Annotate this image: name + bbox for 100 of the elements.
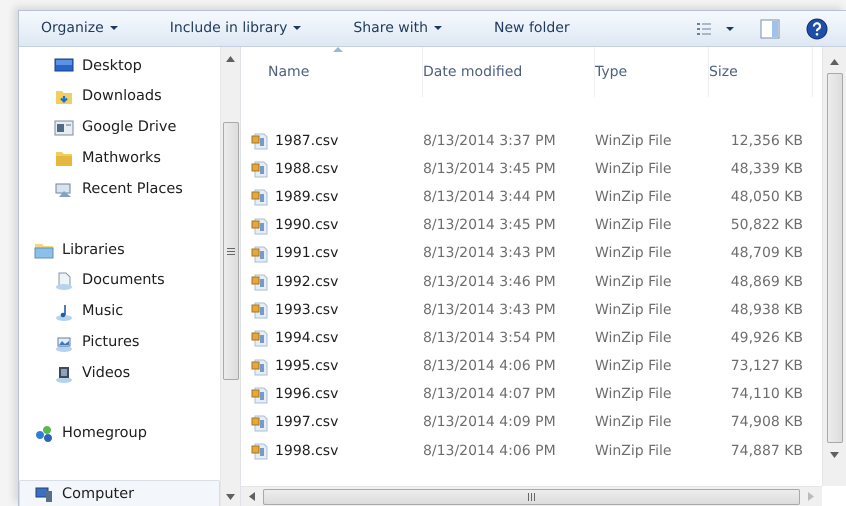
table-cell-text: 74,908 KB [730, 413, 804, 432]
sidebar-item[interactable]: Mathworks [19, 143, 220, 174]
archive-file-icon [251, 132, 269, 150]
scrollbar-thumb[interactable] [826, 73, 842, 443]
grip-icon [528, 492, 535, 500]
grip-icon [226, 248, 234, 254]
file-name-text: 1993.csv [275, 300, 338, 320]
column-header[interactable]: Date modified [423, 47, 595, 97]
network-icon [34, 424, 54, 444]
column-header[interactable]: Name [251, 47, 423, 97]
table-cell-text: WinZip File [595, 272, 673, 292]
archive-file-icon [251, 442, 269, 460]
table-cell-text: 8/13/2014 3:46 PM [423, 272, 557, 292]
sidebar-item[interactable]: Videos [19, 358, 220, 389]
archive-file-icon [251, 358, 269, 376]
table-cell-text: WinZip File [595, 244, 673, 264]
table-cell-text: 73,127 KB [730, 357, 804, 376]
sidebar-item[interactable]: Recent Places [19, 174, 220, 205]
sidebar-item[interactable]: Downloads [19, 82, 220, 113]
sidebar-item[interactable]: Homegroup [19, 418, 220, 450]
column-header[interactable]: Type [595, 47, 709, 97]
table-cell-text: 8/13/2014 4:06 PM [423, 357, 557, 376]
archive-file-icon [251, 414, 269, 432]
table-cell-text: 8/13/2014 4:09 PM [423, 413, 557, 432]
table-cell-text: WinZip File [595, 413, 673, 432]
table-cell-text: 8/13/2014 4:06 PM [423, 442, 557, 461]
archive-file-icon [251, 273, 269, 292]
table-cell-text: 50,822 KB [730, 216, 804, 236]
scrollbar[interactable] [822, 47, 846, 486]
menu-button[interactable]: Include in library [162, 15, 310, 42]
file-name-text: 1990.csv [275, 216, 338, 236]
table-cell-text: 8/13/2014 4:07 PM [423, 385, 557, 404]
scrollbar[interactable] [241, 486, 822, 506]
scrollbar-thumb[interactable] [222, 122, 238, 380]
file-name-text: 1987.csv [275, 132, 338, 151]
archive-file-icon [251, 301, 269, 320]
scroll-down-icon [226, 494, 235, 500]
file-name-text: 1992.csv [275, 272, 338, 292]
table-cell-text: 74,110 KB [730, 385, 804, 404]
scrollbar-thumb[interactable] [263, 488, 800, 504]
table-cell-text: 8/13/2014 3:43 PM [423, 300, 557, 320]
table-cell-text: WinZip File [595, 328, 673, 348]
table-cell-text: 8/13/2014 3:44 PM [423, 188, 557, 207]
sidebar-item[interactable]: Libraries [19, 234, 220, 266]
table-cell-text: 74,887 KB [730, 442, 804, 461]
table-cell-text: WinZip File [595, 160, 673, 179]
scrollbar[interactable] [220, 47, 240, 506]
table-cell-text: 48,339 KB [730, 160, 804, 179]
file-name-text: 1995.csv [275, 357, 338, 376]
table-cell-text: WinZip File [595, 300, 673, 320]
pane-icon [760, 18, 780, 38]
table-cell-text: 48,709 KB [730, 244, 804, 264]
sidebar-item[interactable]: Desktop [19, 51, 220, 82]
sidebar-item[interactable]: Computer [19, 480, 220, 506]
table-cell-text: WinZip File [595, 357, 673, 376]
file-name-text: 1988.csv [275, 160, 338, 179]
table-cell-text: 49,926 KB [730, 328, 804, 348]
help-icon [806, 18, 828, 40]
scroll-right-icon [808, 492, 814, 501]
archive-file-icon [251, 386, 269, 404]
scroll-down-icon [830, 452, 839, 458]
archive-file-icon [251, 216, 269, 235]
table-cell-text: WinZip File [595, 216, 673, 236]
archive-file-icon [251, 188, 269, 206]
archive-file-icon [251, 160, 269, 178]
document-icon [54, 271, 74, 292]
sidebar-item[interactable]: Music [19, 296, 220, 328]
sidebar-item[interactable]: Google Drive [19, 112, 220, 144]
file-name-text: 1996.csv [275, 385, 338, 404]
scroll-up-icon [226, 56, 235, 62]
table-cell-text: WinZip File [595, 132, 673, 151]
drive-icon [54, 118, 74, 138]
details-view-icon [696, 22, 712, 36]
sidebar-item[interactable]: Pictures [19, 327, 220, 358]
menu-button[interactable]: Share with [345, 15, 450, 42]
table-cell-text: WinZip File [595, 442, 673, 461]
table-cell-text: 8/13/2014 3:43 PM [423, 244, 557, 264]
archive-file-icon [251, 244, 269, 263]
column-header[interactable]: Size [709, 47, 813, 97]
menu-button[interactable]: Organize [33, 15, 126, 42]
table-cell-text: 48,938 KB [730, 300, 804, 320]
toolbar-button[interactable]: New folder [486, 15, 578, 42]
table-cell-text: 8/13/2014 3:37 PM [423, 132, 557, 151]
sidebar-item[interactable]: Documents [19, 266, 220, 297]
table-cell-text: 48,869 KB [730, 272, 804, 292]
table-cell-text: 8/13/2014 3:45 PM [423, 216, 557, 236]
archive-file-icon [251, 329, 269, 348]
file-name-text: 1991.csv [275, 244, 338, 264]
table-cell-text: 48,050 KB [730, 188, 804, 207]
file-name-text: 1998.csv [275, 442, 338, 461]
scroll-left-icon [249, 492, 255, 501]
table-cell-text: WinZip File [595, 188, 673, 207]
file-name-text: 1997.csv [275, 413, 338, 432]
table-cell-text: WinZip File [595, 385, 673, 404]
file-name-text: 1989.csv [275, 188, 338, 207]
table-cell-text: 12,356 KB [730, 132, 804, 151]
file-name-text: 1994.csv [275, 328, 338, 348]
table-cell-text: 8/13/2014 3:54 PM [423, 328, 557, 348]
table-cell-text: 8/13/2014 3:45 PM [423, 160, 557, 179]
scroll-up-icon [830, 59, 839, 65]
